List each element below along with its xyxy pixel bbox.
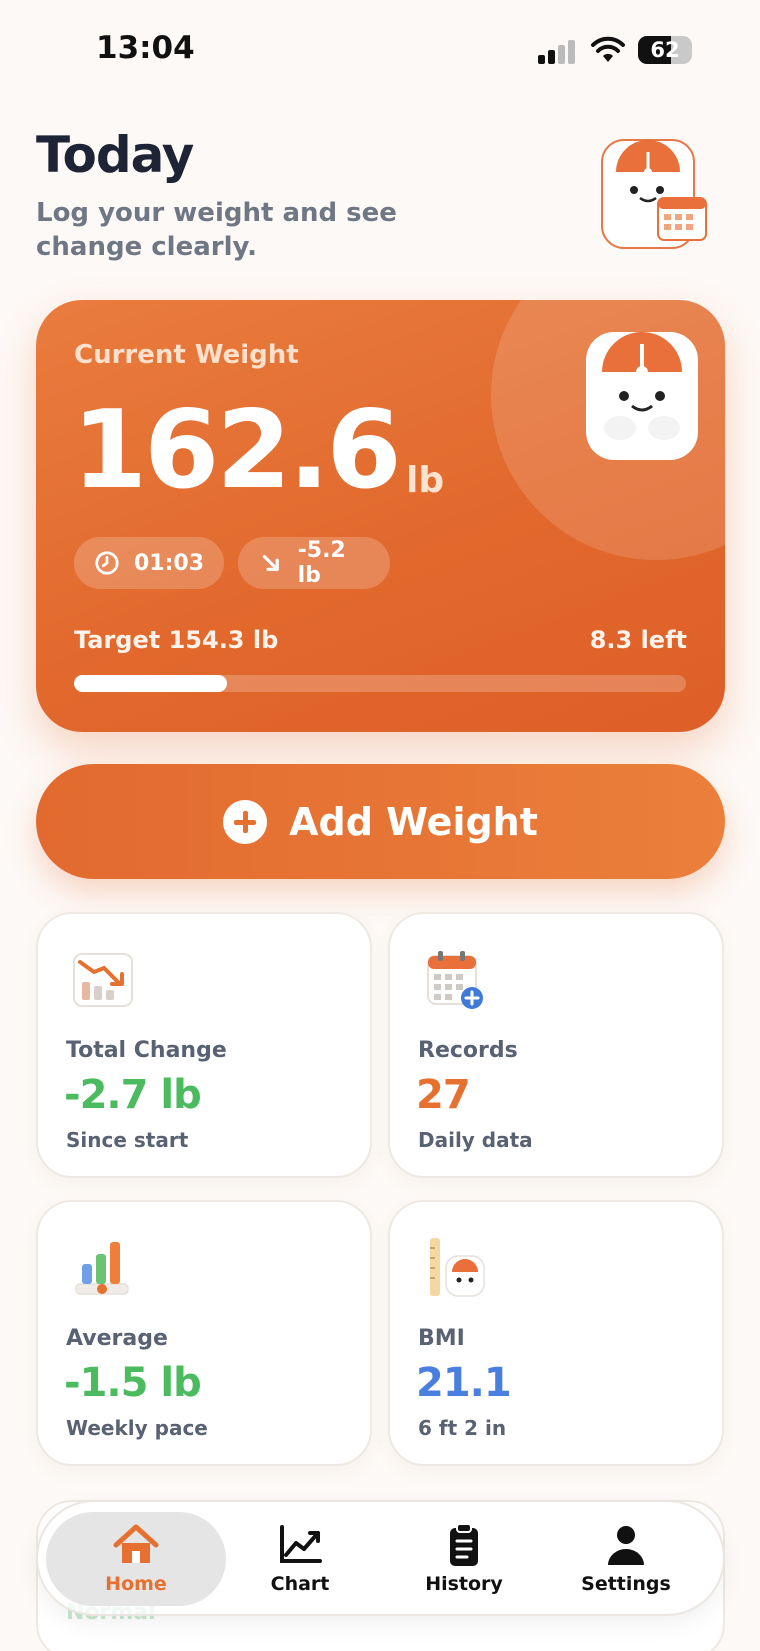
total-change-value: -2.7 lb (64, 1072, 202, 1118)
average-title: Average (66, 1326, 168, 1351)
weight-delta-chip: -5.2 lb (238, 537, 390, 589)
battery-level: 62 (650, 38, 680, 62)
average-subtitle: Weekly pace (66, 1416, 208, 1440)
current-weight-label: Current Weight (74, 340, 299, 370)
page-title: Today (36, 126, 194, 184)
bmi-card[interactable]: BMI 21.1 6 ft 2 in (388, 1200, 724, 1466)
remaining-weight-label: 8.3 left (589, 626, 687, 654)
height-scale-mascot-icon (430, 1238, 485, 1297)
tab-home[interactable]: Home (46, 1512, 226, 1606)
bar-chart-icon (75, 1242, 129, 1295)
tab-chart[interactable]: Chart (210, 1512, 390, 1606)
tab-history-label: History (425, 1573, 503, 1595)
bmi-subtitle: 6 ft 2 in (418, 1416, 507, 1440)
tab-home-label: Home (105, 1573, 167, 1595)
line-chart-icon (280, 1525, 322, 1563)
last-logged-time-chip: 01:03 (74, 537, 224, 589)
average-card[interactable]: Average -1.5 lb Weekly pace (36, 1200, 372, 1466)
bmi-value: 21.1 (416, 1360, 512, 1406)
records-subtitle: Daily data (418, 1128, 533, 1152)
add-weight-button[interactable]: Add Weight (36, 764, 725, 879)
total-change-title: Total Change (66, 1038, 227, 1063)
goal-progress-fill (74, 675, 227, 692)
tab-settings[interactable]: Settings (536, 1512, 716, 1606)
scale-mascot-calendar-icon (601, 139, 707, 249)
home-icon (113, 1524, 159, 1563)
records-card[interactable]: Records 27 Daily data (388, 912, 724, 1178)
scale-mascot-icon (586, 332, 698, 460)
tab-chart-label: Chart (270, 1573, 330, 1595)
add-weight-label: Add Weight (289, 799, 538, 844)
current-weight-unit: lb (406, 460, 445, 501)
cellular-signal-icon (538, 40, 578, 64)
tab-bar: Home Chart History Settings (36, 1500, 725, 1616)
status-time: 13:04 (96, 30, 195, 66)
weight-delta: -5.2 lb (297, 538, 346, 588)
average-value: -1.5 lb (64, 1360, 202, 1406)
plus-circle-icon (223, 799, 268, 844)
records-value: 27 (416, 1072, 471, 1118)
tab-settings-label: Settings (581, 1573, 671, 1595)
total-change-card[interactable]: Total Change -2.7 lb Since start (36, 912, 372, 1178)
downtrend-chart-icon (73, 953, 133, 1007)
clipboard-list-icon (450, 1523, 478, 1566)
total-change-subtitle: Since start (66, 1128, 189, 1152)
page-subtitle: Log your weight and see change clearly. (36, 198, 397, 262)
current-weight-value: 162.6 (72, 388, 402, 513)
records-title: Records (418, 1038, 518, 1063)
person-icon (608, 1526, 644, 1565)
tab-history[interactable]: History (374, 1512, 554, 1606)
arrow-down-right-icon (262, 554, 279, 572)
last-logged-time: 01:03 (133, 550, 204, 576)
status-bar: 13:04 62 (0, 0, 760, 100)
wifi-icon (591, 36, 625, 62)
bmi-title: BMI (418, 1326, 465, 1351)
target-weight-label: Target 154.3 lb (74, 626, 279, 654)
clock-icon (95, 551, 119, 575)
calendar-add-icon (427, 951, 483, 1009)
battery-icon: 62 (638, 36, 692, 64)
current-weight-card[interactable]: Current Weight 162.6 lb 01:03 -5.2 lb Ta… (36, 300, 725, 732)
goal-progress-bar (74, 675, 686, 692)
